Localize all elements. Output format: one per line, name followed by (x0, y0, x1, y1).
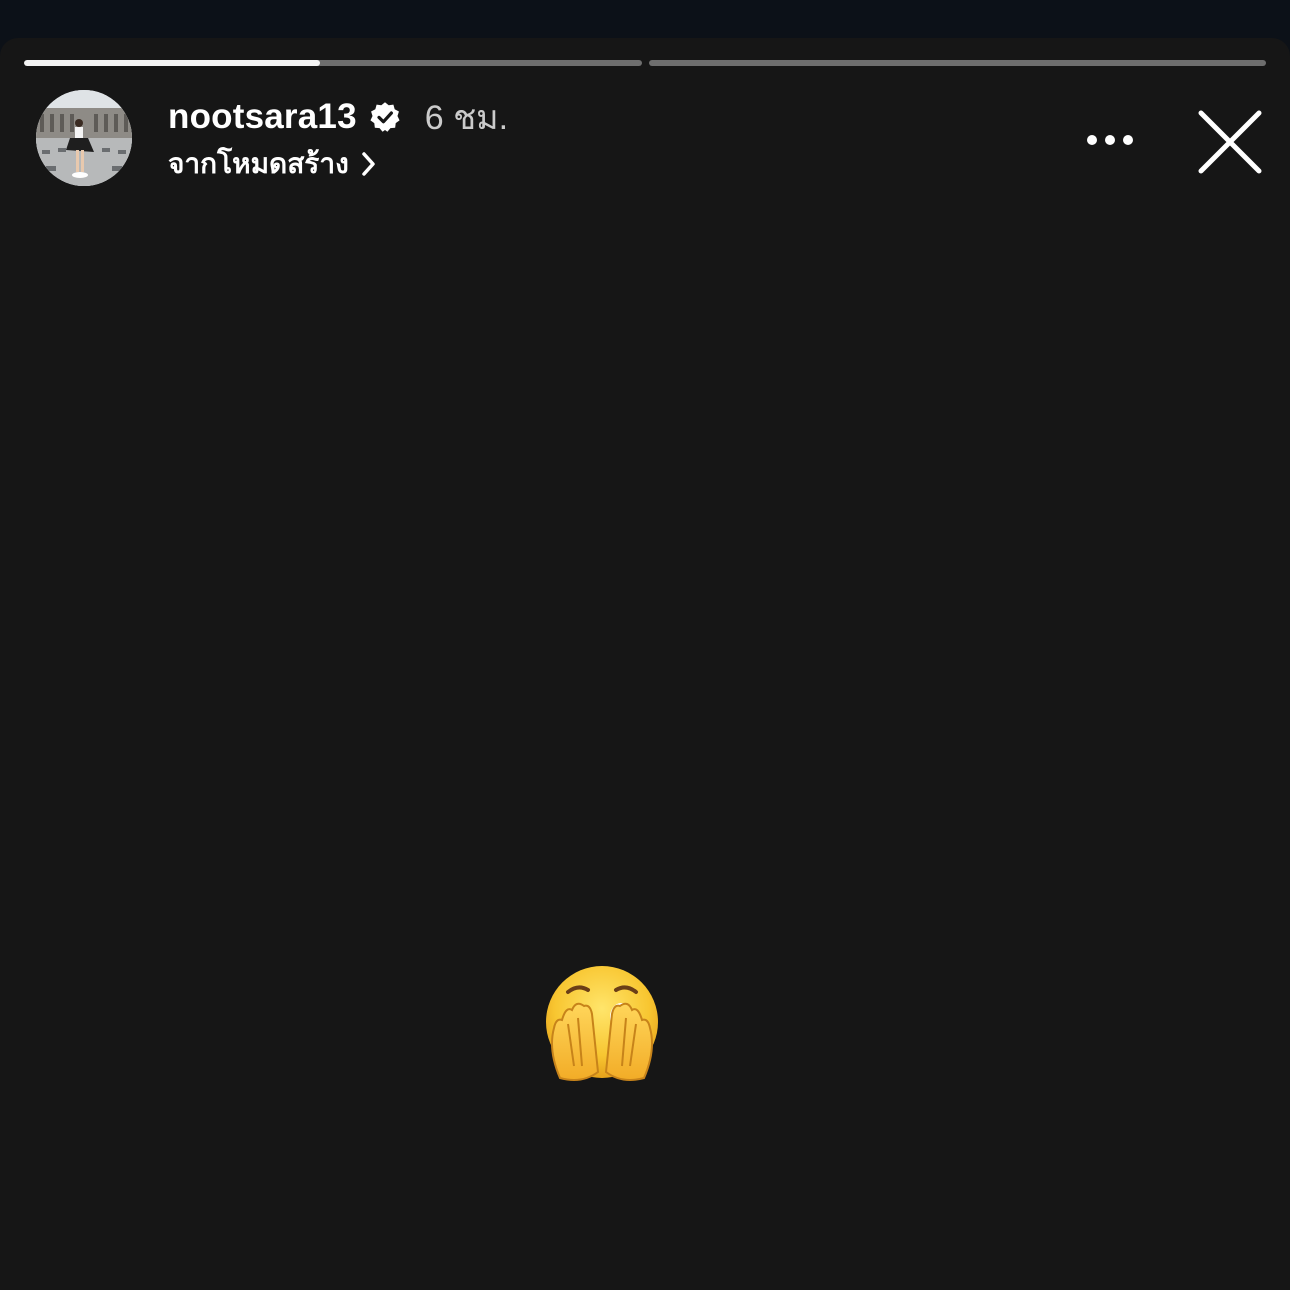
progress-segment-1-fill (24, 60, 321, 66)
chevron-right-icon (362, 152, 375, 176)
avatar-photo (36, 90, 132, 186)
username[interactable]: nootsara13 (168, 97, 357, 137)
avatar[interactable] (36, 90, 132, 186)
face-covering-eyes-emoji (546, 966, 658, 1081)
verified-badge-icon (370, 102, 400, 132)
source-link[interactable]: จากโหมดสร้าง (168, 146, 508, 182)
status-bar-strip (0, 0, 1290, 40)
story-header-meta: nootsara13 6 ชม. จากโหมดสร้าง (168, 96, 508, 182)
story-progress-bar (24, 60, 1266, 66)
progress-segment-1 (24, 60, 642, 66)
post-time: 6 ชม. (424, 99, 509, 137)
close-icon[interactable] (1196, 108, 1264, 176)
progress-segment-2 (648, 60, 1266, 66)
more-options-icon[interactable] (1084, 124, 1136, 156)
story-viewer[interactable]: nootsara13 6 ชม. จากโหมดสร้าง (0, 38, 1290, 1290)
source-label: จากโหมดสร้าง (168, 148, 349, 179)
